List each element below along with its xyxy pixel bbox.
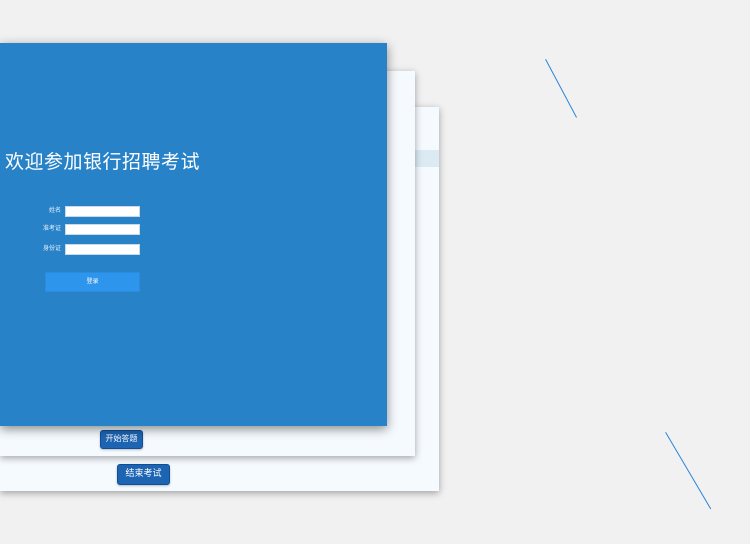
name-input[interactable] (65, 206, 140, 217)
id-card-input[interactable] (65, 244, 140, 255)
decorative-line-bottom (665, 432, 712, 510)
login-window: 欢迎参加银行招聘考试 姓名 准考证 身份证 登录 (0, 43, 387, 426)
finish-exam-button[interactable]: 结束考试 (117, 464, 170, 485)
name-label: 姓名 (48, 207, 61, 214)
admission-ticket-input[interactable] (65, 224, 140, 235)
start-answer-button[interactable]: 开始答题 (100, 430, 143, 449)
admission-ticket-label: 准考证 (42, 225, 61, 232)
welcome-title: 欢迎参加银行招聘考试 (5, 151, 201, 173)
decorative-line-top (545, 59, 577, 118)
login-button[interactable]: 登录 (45, 272, 140, 292)
id-card-label: 身份证 (42, 245, 61, 252)
